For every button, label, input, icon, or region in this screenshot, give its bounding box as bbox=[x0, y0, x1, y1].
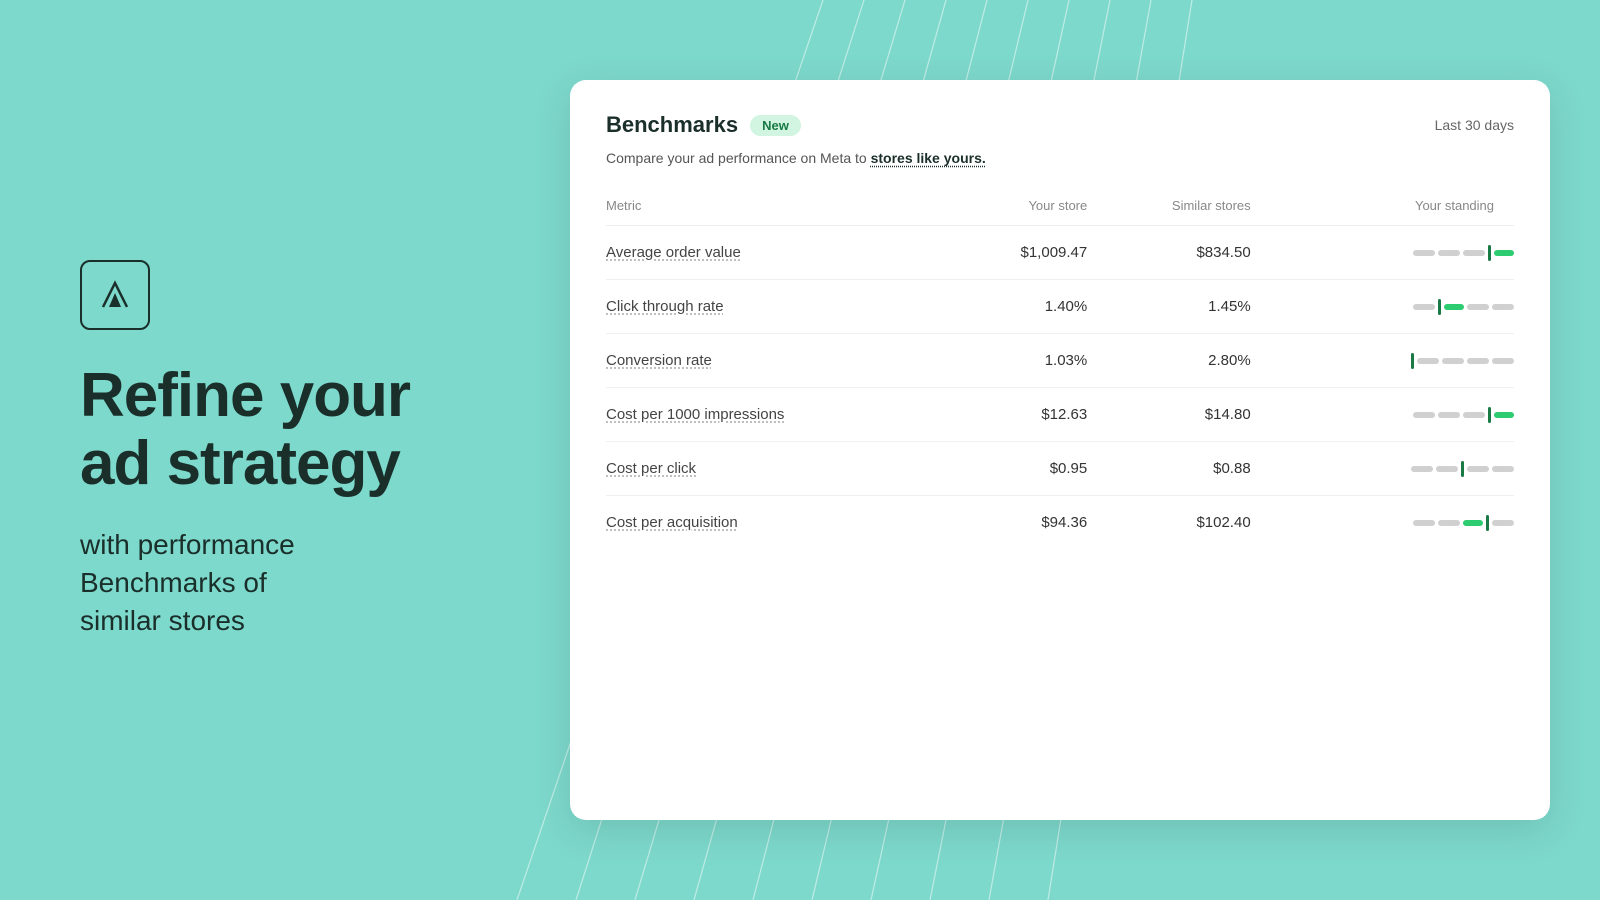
metric-name-cell: Cost per click bbox=[606, 442, 924, 496]
similar-stores-cell: $14.80 bbox=[1087, 388, 1250, 442]
table-row: Conversion rate 1.03% 2.80% bbox=[606, 334, 1514, 388]
col-similar-stores: Similar stores bbox=[1087, 190, 1250, 226]
card-title: Benchmarks bbox=[606, 112, 738, 138]
metric-name-cell: Click through rate bbox=[606, 280, 924, 334]
right-panel: Benchmarks New Last 30 days Compare your… bbox=[570, 80, 1550, 820]
table-row: Cost per click $0.95 $0.88 bbox=[606, 442, 1514, 496]
metrics-table: Metric Your store Similar stores Your st… bbox=[606, 190, 1514, 549]
col-your-standing: Your standing bbox=[1251, 190, 1514, 226]
metric-name-cell: Conversion rate bbox=[606, 334, 924, 388]
your-store-cell: 1.40% bbox=[924, 280, 1087, 334]
standing-cell bbox=[1251, 226, 1514, 280]
metric-name-cell: Cost per 1000 impressions bbox=[606, 388, 924, 442]
similar-stores-cell: 2.80% bbox=[1087, 334, 1250, 388]
card-title-row: Benchmarks New bbox=[606, 112, 801, 138]
standing-cell bbox=[1251, 496, 1514, 550]
card-header: Benchmarks New Last 30 days bbox=[606, 112, 1514, 138]
similar-stores-cell: $0.88 bbox=[1087, 442, 1250, 496]
your-store-cell: $0.95 bbox=[924, 442, 1087, 496]
standing-cell bbox=[1251, 442, 1514, 496]
table-row: Average order value $1,009.47 $834.50 bbox=[606, 226, 1514, 280]
new-badge: New bbox=[750, 115, 801, 136]
your-store-cell: 1.03% bbox=[924, 334, 1087, 388]
similar-stores-cell: $834.50 bbox=[1087, 226, 1250, 280]
similar-stores-cell: 1.45% bbox=[1087, 280, 1250, 334]
left-panel: Refine your ad strategy with performance… bbox=[0, 0, 560, 900]
main-heading: Refine your ad strategy bbox=[80, 362, 480, 498]
benchmarks-card: Benchmarks New Last 30 days Compare your… bbox=[570, 80, 1550, 820]
logo-box bbox=[80, 260, 150, 330]
your-store-cell: $94.36 bbox=[924, 496, 1087, 550]
your-store-cell: $1,009.47 bbox=[924, 226, 1087, 280]
your-store-cell: $12.63 bbox=[924, 388, 1087, 442]
date-label: Last 30 days bbox=[1435, 117, 1514, 133]
standing-cell bbox=[1251, 280, 1514, 334]
col-your-store: Your store bbox=[924, 190, 1087, 226]
metric-name-cell: Cost per acquisition bbox=[606, 496, 924, 550]
table-row: Cost per 1000 impressions $12.63 $14.80 bbox=[606, 388, 1514, 442]
sub-heading: with performanceBenchmarks ofsimilar sto… bbox=[80, 526, 480, 639]
standing-cell bbox=[1251, 334, 1514, 388]
card-subtitle: Compare your ad performance on Meta to s… bbox=[606, 150, 1514, 166]
metric-name-cell: Average order value bbox=[606, 226, 924, 280]
table-row: Click through rate 1.40% 1.45% bbox=[606, 280, 1514, 334]
similar-stores-cell: $102.40 bbox=[1087, 496, 1250, 550]
logo-icon bbox=[95, 275, 135, 315]
col-metric: Metric bbox=[606, 190, 924, 226]
standing-cell bbox=[1251, 388, 1514, 442]
table-row: Cost per acquisition $94.36 $102.40 bbox=[606, 496, 1514, 550]
